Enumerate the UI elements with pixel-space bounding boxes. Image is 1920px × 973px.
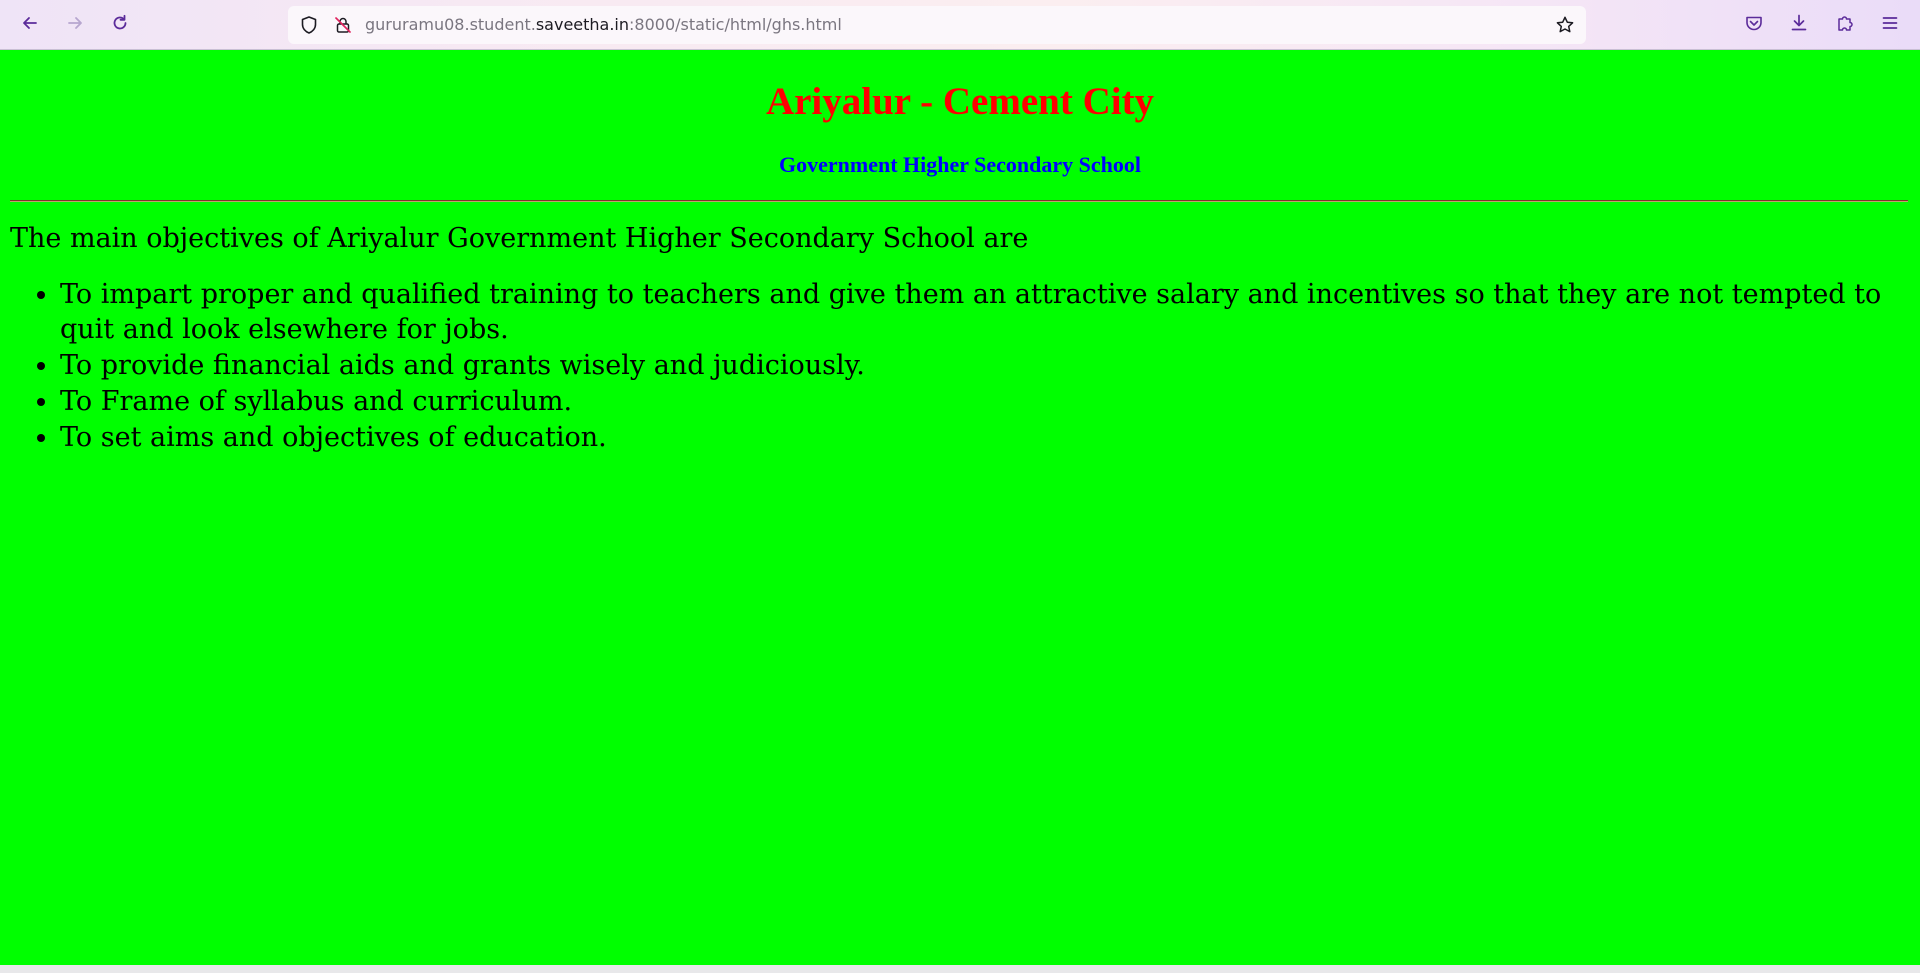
url-host: saveetha.in xyxy=(535,15,630,34)
arrow-left-icon xyxy=(20,13,40,37)
reload-button[interactable] xyxy=(103,8,137,42)
hamburger-menu-icon xyxy=(1880,13,1900,37)
page-title: Ariyalur - Cement City xyxy=(765,80,1155,123)
list-item: To provide financial aids and grants wis… xyxy=(60,348,1920,383)
list-item: To set aims and objectives of education. xyxy=(60,420,1920,455)
url-text[interactable]: gururamu08.student.saveetha.in:8000/stat… xyxy=(365,15,842,35)
address-bar[interactable]: gururamu08.student.saveetha.in:8000/stat… xyxy=(288,6,1586,44)
star-icon[interactable] xyxy=(1555,15,1575,35)
downloads-button[interactable] xyxy=(1787,13,1811,37)
forward-button[interactable] xyxy=(58,8,92,42)
list-item: To Frame of syllabus and curriculum. xyxy=(60,384,1920,419)
horizontal-rule xyxy=(10,200,1908,202)
list-item: To impart proper and qualified training … xyxy=(60,277,1920,347)
page-body: Ariyalur - Cement City Government Higher… xyxy=(0,50,1920,965)
intro-text: The main objectives of Ariyalur Governme… xyxy=(10,223,1029,254)
pocket-button[interactable] xyxy=(1742,13,1766,37)
reload-icon xyxy=(110,13,130,37)
url-prefix: gururamu08.student. xyxy=(365,15,536,34)
back-button[interactable] xyxy=(13,8,47,42)
puzzle-icon xyxy=(1835,13,1855,37)
page-subtitle: Government Higher Secondary School xyxy=(779,152,1141,177)
download-icon xyxy=(1789,13,1809,37)
browser-toolbar: gururamu08.student.saveetha.in:8000/stat… xyxy=(0,0,1920,50)
not-secure-lock-icon[interactable] xyxy=(333,15,353,35)
arrow-right-icon xyxy=(65,13,85,37)
url-suffix: :8000/static/html/ghs.html xyxy=(629,15,842,34)
window-bottom-edge xyxy=(0,965,1920,973)
app-menu-button[interactable] xyxy=(1878,13,1902,37)
shield-icon[interactable] xyxy=(299,15,319,35)
pocket-icon xyxy=(1744,13,1764,37)
objectives-list: To impart proper and qualified training … xyxy=(10,277,1920,456)
extensions-button[interactable] xyxy=(1833,13,1857,37)
